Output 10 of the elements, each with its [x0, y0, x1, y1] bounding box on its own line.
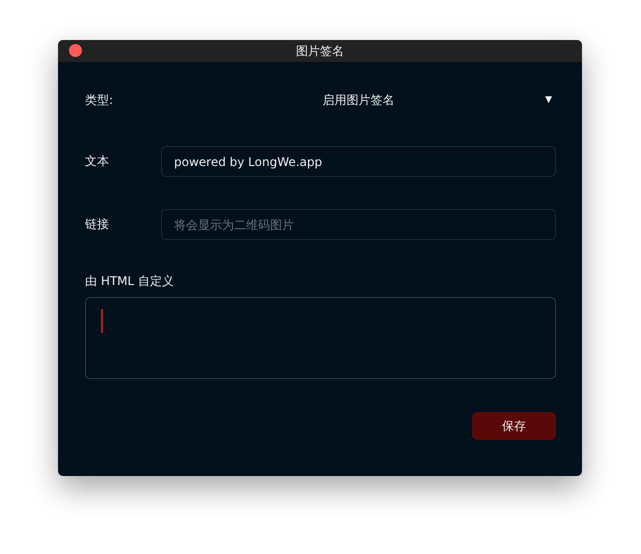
- field-label: 由 HTML 自定义: [85, 273, 176, 290]
- field-label: 文本: [85, 153, 110, 170]
- save-button[interactable]: 保存: [472, 412, 556, 440]
- type-dropdown[interactable]: 启用图片签名 ▼: [161, 83, 556, 117]
- input-field[interactable]: 将会显示为二维码图片: [161, 209, 556, 240]
- close-button[interactable]: [69, 44, 82, 57]
- input-field[interactable]: powered by LongWe.app: [161, 146, 556, 177]
- window-title: 图片签名: [296, 42, 344, 60]
- field-label: 链接: [85, 216, 110, 233]
- field-label: 类型:: [85, 92, 114, 108]
